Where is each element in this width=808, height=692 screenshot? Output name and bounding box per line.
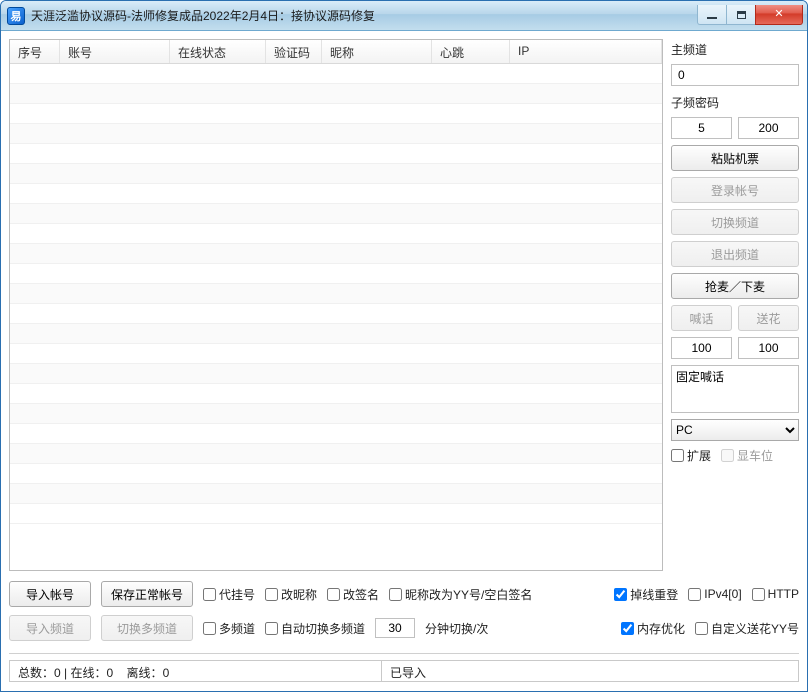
table-header: 序号 账号 在线状态 验证码 昵称 心跳 IP xyxy=(10,40,662,64)
exit-channel-button[interactable]: 退出频道 xyxy=(671,241,799,267)
status-right: 已导入 xyxy=(381,660,799,682)
table-row xyxy=(10,404,662,424)
import-channel-button[interactable]: 导入频道 xyxy=(9,615,91,641)
expand-checkbox-input[interactable] xyxy=(671,449,684,462)
switch-multi-channel-button[interactable]: 切换多频道 xyxy=(101,615,193,641)
table-row xyxy=(10,164,662,184)
main-channel-input[interactable] xyxy=(671,64,799,86)
col-heart[interactable]: 心跳 xyxy=(432,40,510,63)
nick-to-yy-checkbox[interactable]: 昵称改为YY号/空白签名 xyxy=(389,586,532,603)
account-table[interactable]: 序号 账号 在线状态 验证码 昵称 心跳 IP xyxy=(9,39,663,571)
status-total-value: 0 xyxy=(54,666,61,680)
show-station-checkbox-label: 显车位 xyxy=(737,447,773,464)
minimize-button[interactable] xyxy=(697,5,727,25)
auto-switch-multi-checkbox[interactable]: 自动切换多频道 xyxy=(265,620,365,637)
expand-checkbox[interactable]: 扩展 xyxy=(671,447,711,464)
controls-pane: 导入帐号 保存正常帐号 代挂号 改昵称 改签名 昵称改为YY号/空白签名 掉线重… xyxy=(9,581,799,641)
close-icon xyxy=(774,9,783,20)
col-index[interactable]: 序号 xyxy=(10,40,60,63)
table-row xyxy=(10,324,662,344)
client-area: 序号 账号 在线状态 验证码 昵称 心跳 IP xyxy=(1,31,807,691)
show-station-checkbox[interactable]: 显车位 xyxy=(721,447,773,464)
col-status[interactable]: 在线状态 xyxy=(170,40,266,63)
table-row xyxy=(10,64,662,84)
minimize-icon xyxy=(707,17,717,19)
table-row xyxy=(10,284,662,304)
multi-channel-checkbox[interactable]: 多频道 xyxy=(203,620,255,637)
close-button[interactable] xyxy=(755,5,803,25)
custom-flower-yy-checkbox[interactable]: 自定义送花YY号 xyxy=(695,620,799,637)
titlebar[interactable]: 易 天涯泛滥协议源码-法师修复成品2022年2月4日：接协议源码修复 xyxy=(1,1,807,31)
col-account[interactable]: 账号 xyxy=(60,40,170,63)
interval-suffix-label: 分钟切换/次 xyxy=(425,620,488,637)
maximize-icon xyxy=(737,11,746,19)
expand-checkbox-label: 扩展 xyxy=(687,447,711,464)
app-icon: 易 xyxy=(7,7,25,25)
window-title: 天涯泛滥协议源码-法师修复成品2022年2月4日：接协议源码修复 xyxy=(31,7,698,24)
interval-input[interactable] xyxy=(375,618,415,638)
sub-pwd-label: 子频密码 xyxy=(671,94,799,111)
ipv4-checkbox[interactable]: IPv4[0] xyxy=(688,587,741,601)
mem-opt-checkbox[interactable]: 内存优化 xyxy=(621,620,685,637)
col-ip[interactable]: IP xyxy=(510,40,662,63)
fixed-shout-textarea[interactable]: 固定喊话 xyxy=(671,365,799,413)
val-a-input[interactable] xyxy=(671,337,732,359)
status-left: 总数：0 | 在线：0 离线：0 xyxy=(9,660,381,682)
table-row xyxy=(10,424,662,444)
window-controls xyxy=(698,5,803,25)
table-row xyxy=(10,244,662,264)
sidebar: 主频道 子频密码 粘贴机票 登录帐号 切换频道 退出频道 抢麦／下麦 喊话 送花 xyxy=(671,39,799,571)
import-account-button[interactable]: 导入帐号 xyxy=(9,581,91,607)
table-row xyxy=(10,484,662,504)
status-online-value: 0 xyxy=(107,666,114,680)
offline-relogin-checkbox[interactable]: 掉线重登 xyxy=(614,586,678,603)
shout-button[interactable]: 喊话 xyxy=(671,305,732,331)
show-station-checkbox-input[interactable] xyxy=(721,449,734,462)
table-body[interactable] xyxy=(10,64,662,570)
table-row xyxy=(10,304,662,324)
status-offline-value: 0 xyxy=(163,666,170,680)
login-account-button[interactable]: 登录帐号 xyxy=(671,177,799,203)
switch-channel-button[interactable]: 切换频道 xyxy=(671,209,799,235)
status-online-label: 在线： xyxy=(71,666,107,680)
sub-val-b-input[interactable] xyxy=(738,117,799,139)
table-row xyxy=(10,344,662,364)
status-offline-label: 离线： xyxy=(127,666,163,680)
grab-mic-button[interactable]: 抢麦／下麦 xyxy=(671,273,799,299)
table-row xyxy=(10,444,662,464)
status-total-label: 总数： xyxy=(18,666,54,680)
col-nick[interactable]: 昵称 xyxy=(322,40,432,63)
maximize-button[interactable] xyxy=(726,5,756,25)
table-row xyxy=(10,264,662,284)
http-checkbox[interactable]: HTTP xyxy=(752,587,799,601)
table-row xyxy=(10,84,662,104)
table-row xyxy=(10,204,662,224)
table-row xyxy=(10,364,662,384)
paste-ticket-button[interactable]: 粘贴机票 xyxy=(671,145,799,171)
proxy-account-checkbox[interactable]: 代挂号 xyxy=(203,586,255,603)
table-row xyxy=(10,124,662,144)
table-row xyxy=(10,504,662,524)
sub-val-a-input[interactable] xyxy=(671,117,732,139)
val-b-input[interactable] xyxy=(738,337,799,359)
table-row xyxy=(10,144,662,164)
app-window: 易 天涯泛滥协议源码-法师修复成品2022年2月4日：接协议源码修复 序号 账号… xyxy=(0,0,808,692)
table-row xyxy=(10,224,662,244)
save-normal-account-button[interactable]: 保存正常帐号 xyxy=(101,581,193,607)
controls-row-1: 导入帐号 保存正常帐号 代挂号 改昵称 改签名 昵称改为YY号/空白签名 掉线重… xyxy=(9,581,799,607)
col-captcha[interactable]: 验证码 xyxy=(266,40,322,63)
send-flower-button[interactable]: 送花 xyxy=(738,305,799,331)
controls-row-2: 导入频道 切换多频道 多频道 自动切换多频道 分钟切换/次 内存优化 自定义送花… xyxy=(9,615,799,641)
table-row xyxy=(10,104,662,124)
change-nick-checkbox[interactable]: 改昵称 xyxy=(265,586,317,603)
statusbar: 总数：0 | 在线：0 离线：0 已导入 xyxy=(9,653,799,683)
table-row xyxy=(10,464,662,484)
main-channel-label: 主频道 xyxy=(671,41,799,58)
upper-pane: 序号 账号 在线状态 验证码 昵称 心跳 IP xyxy=(9,39,799,571)
change-sign-checkbox[interactable]: 改签名 xyxy=(327,586,379,603)
table-row xyxy=(10,184,662,204)
device-select[interactable]: PC xyxy=(671,419,799,441)
table-row xyxy=(10,384,662,404)
